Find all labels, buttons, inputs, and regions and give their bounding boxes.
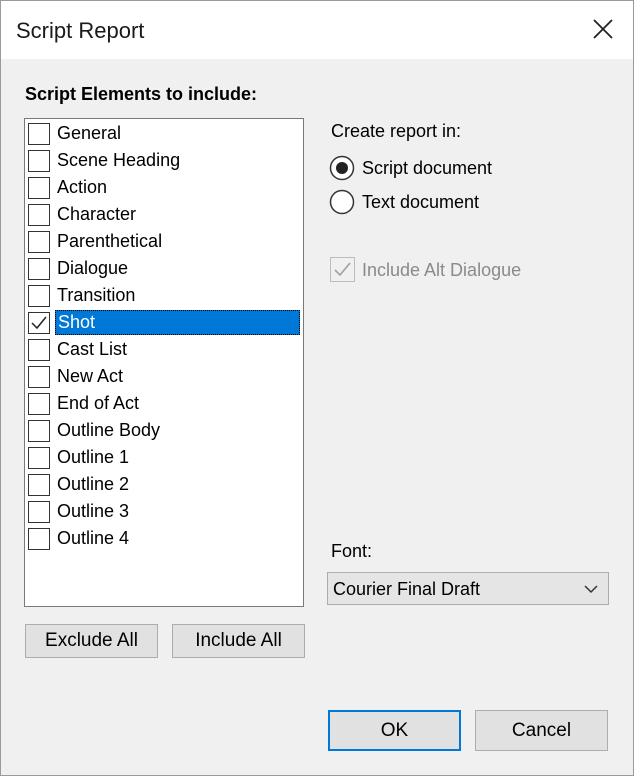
list-item[interactable]: Outline Body	[26, 418, 302, 445]
list-item-label: Shot	[55, 310, 300, 335]
list-item-label: Scene Heading	[57, 150, 181, 170]
list-item[interactable]: End of Act	[26, 391, 302, 418]
list-item-label: Cast List	[57, 339, 128, 359]
check-icon	[334, 262, 351, 277]
list-item-checkbox[interactable]	[28, 420, 50, 442]
list-item-checkbox[interactable]	[28, 204, 50, 226]
chevron-down-icon	[584, 585, 598, 594]
list-item[interactable]: Action	[26, 175, 302, 202]
list-item-checkbox[interactable]	[28, 528, 50, 550]
list-item-label: Parenthetical	[57, 231, 163, 251]
include-all-button[interactable]: Include All	[172, 624, 305, 658]
cancel-button[interactable]: Cancel	[475, 710, 608, 751]
include-alt-dialogue-label: Include Alt Dialogue	[362, 260, 522, 280]
font-select-value: Courier Final Draft	[333, 579, 481, 599]
script-report-dialog: Script Report Script Elements to include…	[0, 0, 634, 776]
list-item-checkbox[interactable]	[28, 393, 50, 415]
elements-section-label: Script Elements to include:	[25, 84, 258, 104]
list-item-label: End of Act	[57, 393, 140, 413]
list-item[interactable]: Dialogue	[26, 256, 302, 283]
list-item[interactable]: Outline 3	[26, 499, 302, 526]
list-item[interactable]: Parenthetical	[26, 229, 302, 256]
list-item-label: Action	[57, 177, 108, 197]
list-item-label: Character	[57, 204, 137, 224]
list-item-checkbox[interactable]	[28, 258, 50, 280]
list-item-label: Outline 1	[57, 447, 130, 467]
list-item[interactable]: Transition	[26, 283, 302, 310]
window-title: Script Report	[16, 18, 145, 43]
include-alt-dialogue-checkbox[interactable]	[330, 257, 355, 282]
list-item-label: New Act	[57, 366, 124, 386]
list-item-checkbox[interactable]	[28, 366, 50, 388]
create-report-label: Create report in:	[331, 121, 462, 141]
list-item-label: Outline 2	[57, 474, 130, 494]
list-item[interactable]: Character	[26, 202, 302, 229]
list-item-checkbox[interactable]	[28, 285, 50, 307]
list-item[interactable]: Outline 4	[26, 526, 302, 553]
radio-script-document-label[interactable]: Script document	[362, 158, 492, 179]
list-item[interactable]: Cast List	[26, 337, 302, 364]
list-item[interactable]: Outline 1	[26, 445, 302, 472]
exclude-all-button[interactable]: Exclude All	[25, 624, 158, 658]
radio-script-document[interactable]	[329, 155, 355, 181]
list-item-label: Outline Body	[57, 420, 161, 440]
close-icon[interactable]	[585, 11, 621, 47]
font-select[interactable]: Courier Final Draft	[327, 572, 609, 605]
script-elements-list[interactable]: General Scene Heading Action Character Paren…	[24, 118, 304, 607]
list-item[interactable]: New Act	[26, 364, 302, 391]
list-item-label: General	[57, 123, 122, 143]
list-item-checkbox[interactable]	[28, 177, 50, 199]
list-item[interactable]: Scene Heading	[26, 148, 302, 175]
list-item-label: Outline 4	[57, 528, 130, 548]
list-item-label: Transition	[57, 285, 136, 305]
list-item-checkbox[interactable]	[28, 231, 50, 253]
list-item[interactable]: General	[26, 121, 302, 148]
radio-text-document-label[interactable]: Text document	[362, 192, 479, 213]
ok-button[interactable]: OK	[328, 710, 461, 751]
list-item-checkbox[interactable]	[28, 150, 50, 172]
list-item-checkbox[interactable]	[28, 123, 50, 145]
radio-text-document[interactable]	[329, 189, 355, 215]
list-item-label: Dialogue	[57, 258, 129, 278]
list-item-checkbox[interactable]	[28, 312, 50, 334]
list-item[interactable]: Shot	[26, 310, 302, 337]
list-item-label: Outline 3	[57, 501, 130, 521]
title-bar: Script Report	[1, 1, 633, 59]
list-item-checkbox[interactable]	[28, 474, 50, 496]
check-icon	[31, 316, 47, 330]
list-item-checkbox[interactable]	[28, 501, 50, 523]
list-item-checkbox[interactable]	[28, 447, 50, 469]
font-label: Font:	[331, 541, 373, 561]
list-item-checkbox[interactable]	[28, 339, 50, 361]
list-item[interactable]: Outline 2	[26, 472, 302, 499]
